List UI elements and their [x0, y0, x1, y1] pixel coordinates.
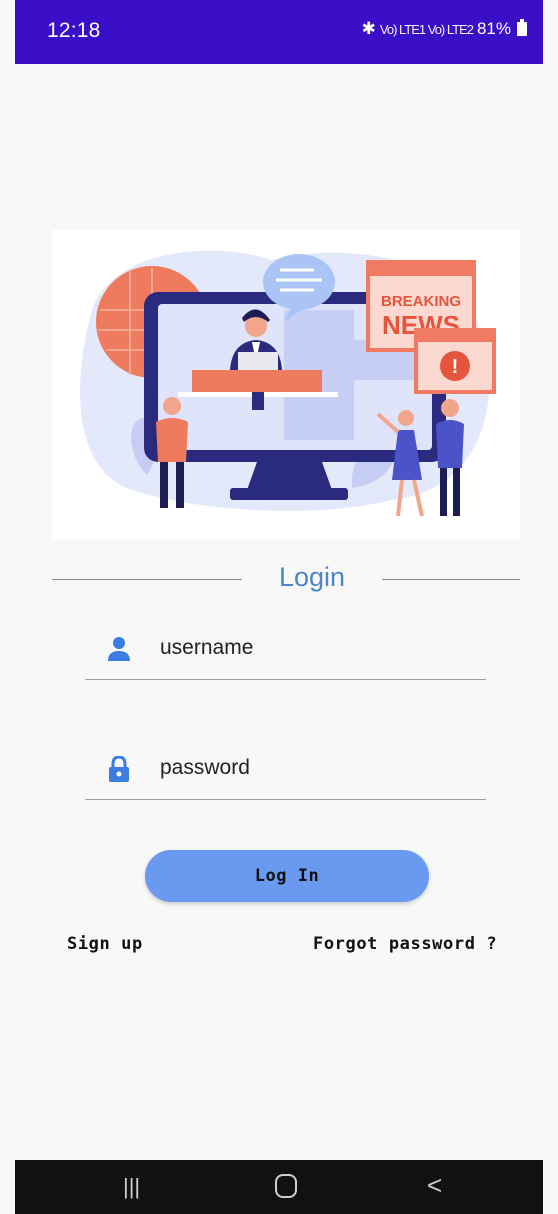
- back-button[interactable]: <: [427, 1170, 442, 1201]
- battery-icon: [517, 19, 527, 36]
- forgot-password-link[interactable]: Forgot password ?: [313, 934, 497, 954]
- system-nav-bar: ||| <: [15, 1160, 543, 1214]
- divider-right: [382, 579, 520, 580]
- username-placeholder: username: [160, 636, 254, 659]
- user-icon: [107, 636, 131, 662]
- vibrate-icon: ✱: [361, 19, 376, 38]
- login-title: Login: [278, 562, 346, 592]
- recent-apps-button[interactable]: |||: [123, 1174, 140, 1200]
- battery-percent: 81%: [476, 19, 511, 38]
- status-icons: ✱ Vo) LTE1 Vo) LTE2 81%: [362, 19, 527, 39]
- signup-link[interactable]: Sign up: [67, 934, 143, 954]
- status-time: 12:18: [47, 19, 101, 42]
- alert-exclamation: !: [452, 356, 459, 378]
- username-field[interactable]: username: [85, 620, 486, 680]
- login-screen: BREAKING NEWS ! Login username password …: [15, 64, 543, 1160]
- login-header: Login: [52, 562, 520, 596]
- news-illustration: BREAKING NEWS !: [52, 230, 520, 540]
- password-field[interactable]: password: [85, 740, 486, 800]
- breaking-text: BREAKING: [381, 293, 461, 310]
- password-placeholder: password: [160, 756, 250, 779]
- login-button[interactable]: Log In: [145, 850, 429, 902]
- divider-left: [52, 579, 242, 580]
- home-button[interactable]: [275, 1174, 297, 1198]
- signal-icon: Vo) LTE1 Vo) LTE2: [379, 21, 474, 37]
- status-bar: 12:18 ✱ Vo) LTE1 Vo) LTE2 81%: [15, 0, 543, 64]
- lock-icon: [107, 755, 131, 782]
